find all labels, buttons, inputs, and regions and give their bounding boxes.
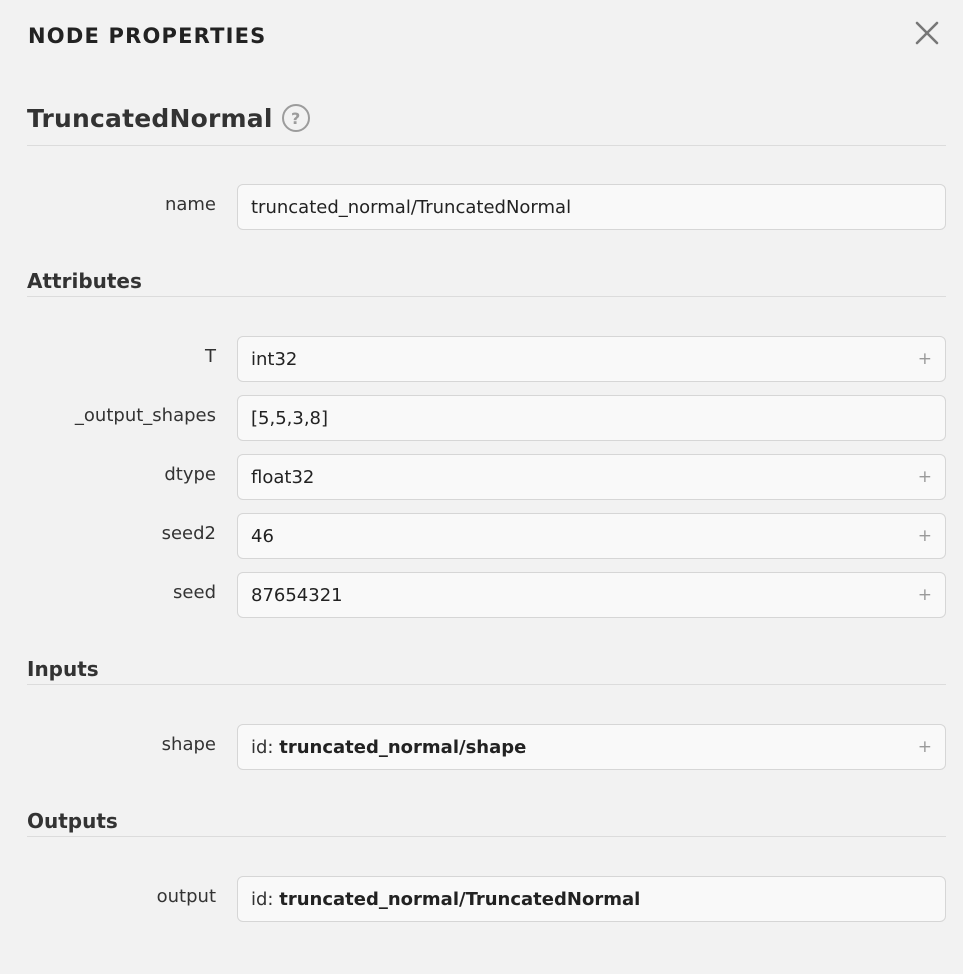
plus-icon[interactable]: + [918, 737, 932, 757]
node-type-title: TruncatedNormal [27, 103, 273, 133]
name-field[interactable]: truncated_normal/TruncatedNormal [237, 184, 946, 230]
plus-icon[interactable]: + [918, 349, 932, 369]
attribute-value-seed2: 46 [251, 525, 274, 547]
attribute-field-output-shapes[interactable]: [5,5,3,8] [237, 395, 946, 441]
id-prefix: id: [251, 736, 274, 758]
id-prefix: id: [251, 888, 274, 910]
plus-icon[interactable]: + [918, 585, 932, 605]
attribute-label-dtype: dtype [164, 464, 216, 485]
attribute-value-T: int32 [251, 348, 298, 370]
attribute-label-T: T [205, 346, 216, 367]
panel-title: NODE PROPERTIES [28, 24, 267, 48]
plus-icon[interactable]: + [918, 526, 932, 546]
attribute-field-seed2[interactable]: 46 + [237, 513, 946, 559]
input-label-shape: shape [161, 734, 216, 755]
help-icon[interactable]: ? [281, 104, 310, 132]
attribute-label-seed2: seed2 [161, 523, 216, 544]
close-icon [915, 21, 939, 45]
attribute-value-seed: 87654321 [251, 584, 343, 606]
node-header: TruncatedNormal ? [27, 100, 310, 136]
node-properties-panel: NODE PROPERTIES TruncatedNormal ? name t… [0, 0, 963, 974]
attribute-value-dtype: float32 [251, 466, 315, 488]
input-value-shape: id: truncated_normal/shape [251, 737, 910, 758]
output-field-output[interactable]: id: truncated_normal/TruncatedNormal [237, 876, 946, 922]
outputs-section-title: Outputs [27, 809, 118, 833]
inputs-section-title: Inputs [27, 657, 99, 681]
attribute-field-dtype[interactable]: float32 + [237, 454, 946, 500]
attribute-label-seed: seed [173, 582, 216, 603]
attribute-value-output-shapes: [5,5,3,8] [251, 407, 329, 429]
name-label: name [164, 194, 216, 215]
plus-icon[interactable]: + [918, 467, 932, 487]
close-button[interactable] [910, 16, 944, 50]
header-divider [27, 145, 946, 146]
output-label-output: output [156, 886, 216, 907]
attributes-section-title: Attributes [27, 269, 142, 293]
attributes-divider [27, 296, 946, 297]
attribute-field-T[interactable]: int32 + [237, 336, 946, 382]
outputs-divider [27, 836, 946, 837]
output-value-output: id: truncated_normal/TruncatedNormal [251, 889, 932, 910]
output-id-value: truncated_normal/TruncatedNormal [279, 888, 641, 910]
input-field-shape[interactable]: id: truncated_normal/shape + [237, 724, 946, 770]
inputs-divider [27, 684, 946, 685]
name-value: truncated_normal/TruncatedNormal [251, 196, 572, 218]
attribute-label-output-shapes: _output_shapes [74, 405, 216, 426]
attribute-field-seed[interactable]: 87654321 + [237, 572, 946, 618]
input-id-value: truncated_normal/shape [279, 736, 527, 758]
